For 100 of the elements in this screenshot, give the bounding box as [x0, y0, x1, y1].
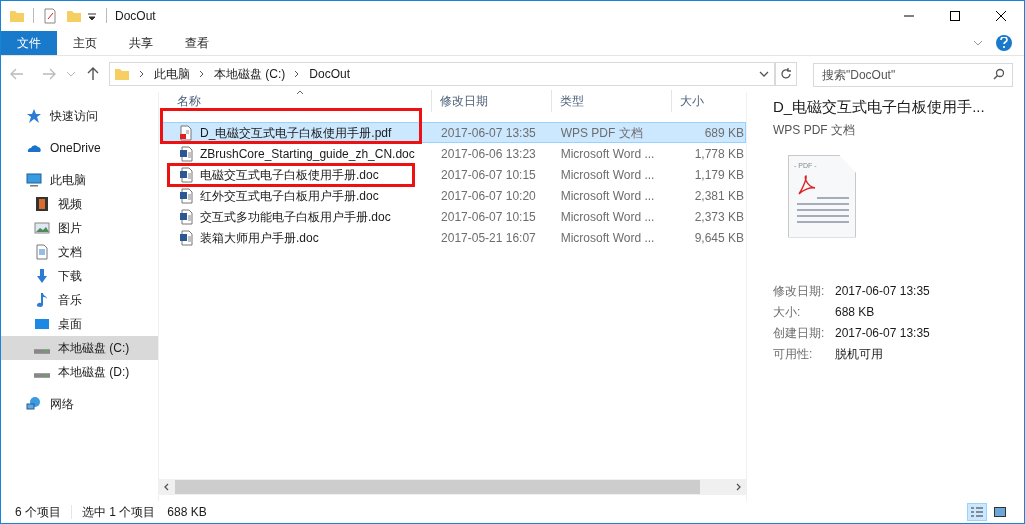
file-row[interactable]: 装箱大师用户手册.doc 2017-05-21 16:07 Microsoft Word ... 9,645 KB [161, 227, 746, 248]
address-bar[interactable]: 此电脑 本地磁盘 (C:) DocOut [109, 62, 775, 86]
nav-item[interactable]: 视频 [1, 192, 158, 216]
breadcrumb-item[interactable]: DocOut [309, 65, 350, 83]
network-icon [26, 396, 42, 412]
down-arrow-icon [34, 268, 50, 284]
preview-title: D_电磁交互式电子白板使用手... [773, 97, 986, 117]
file-type: Microsoft Word ... [559, 187, 656, 205]
sort-caret-icon [296, 88, 304, 96]
file-size: 2,381 KB [693, 187, 745, 205]
pdf-file-icon [178, 124, 194, 141]
property-label: 可用性: [773, 345, 814, 363]
acrobat-icon [797, 173, 817, 196]
file-name: ZBrushCore_Starting_guide_zh_CN.doc [200, 145, 415, 163]
nav-item[interactable]: 快速访问 [1, 104, 158, 128]
breadcrumb-item[interactable]: 此电脑 [154, 65, 190, 83]
file-type: Microsoft Word ... [559, 229, 656, 247]
property-label: 大小: [773, 303, 802, 321]
nav-item[interactable]: 此电脑 [1, 168, 158, 192]
property-value: 脱机可用 [835, 345, 884, 363]
drive-icon [34, 348, 50, 354]
ribbon-tab[interactable]: 共享 [113, 30, 169, 55]
question-icon [1000, 36, 1008, 49]
image-icon [34, 220, 50, 236]
document-icon [34, 244, 50, 260]
file-name: 电磁交互式电子白板使用手册.doc [200, 166, 379, 184]
property-value: 2017-06-07 13:35 [835, 282, 931, 300]
file-type: Microsoft Word ... [559, 166, 656, 184]
drive-icon [34, 372, 50, 378]
word-file-icon [178, 208, 194, 225]
properties-icon[interactable] [42, 7, 58, 24]
desktop-icon [34, 316, 50, 332]
column-header[interactable]: 名称 [177, 92, 201, 110]
column-header[interactable]: 修改日期 [440, 92, 488, 110]
word-file-icon [178, 166, 194, 183]
help-button[interactable] [996, 34, 1012, 51]
modified-date: 2017-06-06 13:23 [440, 145, 537, 163]
search-icon [993, 67, 1005, 80]
nav-item[interactable]: OneDrive [1, 136, 158, 160]
nav-item[interactable]: 桌面 [1, 312, 158, 336]
file-name: D_电磁交互式电子白板使用手册.pdf [200, 124, 392, 142]
breadcrumb-item[interactable]: 本地磁盘 (C:) [214, 65, 286, 83]
item-count: 6 个项目 [15, 504, 61, 521]
search-field[interactable]: 搜索"DocOut" [813, 62, 1013, 87]
selection-size: 688 KB [167, 504, 207, 521]
file-row[interactable]: 电磁交互式电子白板使用手册.doc 2017-06-07 10:15 Microsoft Word ... 1,179 KB [161, 164, 746, 185]
file-type: Microsoft Word ... [559, 208, 656, 226]
ribbon-tab[interactable]: 文件 [1, 30, 57, 55]
modified-date: 2017-06-07 10:20 [440, 187, 537, 205]
nav-item[interactable]: 下载 [1, 264, 158, 288]
modified-date: 2017-05-21 16:07 [440, 229, 537, 247]
word-file-icon [178, 187, 194, 204]
refresh-button[interactable] [775, 62, 797, 86]
file-size: 9,645 KB [693, 229, 745, 247]
file-row[interactable]: 交互式多功能电子白板用户手册.doc 2017-06-07 10:15 Microsoft Word ... 2,373 KB [161, 206, 746, 227]
column-header[interactable]: 类型 [560, 92, 584, 110]
property-label: 创建日期: [773, 324, 826, 342]
nav-item[interactable]: 音乐 [1, 288, 158, 312]
file-name: 装箱大师用户手册.doc [200, 229, 319, 247]
property-label: 修改日期: [773, 282, 826, 300]
nav-item[interactable]: 文档 [1, 240, 158, 264]
file-size: 2,373 KB [693, 208, 745, 226]
music-note-icon [34, 292, 50, 308]
modified-date: 2017-06-07 10:15 [440, 166, 537, 184]
chevron-right-icon [198, 70, 206, 78]
word-file-icon [178, 229, 194, 246]
folder-icon [114, 66, 130, 82]
file-type: WPS PDF 文档 [559, 124, 644, 142]
property-value: 688 KB [835, 303, 876, 321]
modified-date: 2017-06-07 13:35 [440, 124, 537, 142]
nav-item[interactable]: 图片 [1, 216, 158, 240]
text-lines-icon [797, 195, 849, 224]
maximize-icon [950, 10, 960, 21]
file-size: 1,778 KB [693, 145, 745, 163]
file-type: Microsoft Word ... [559, 145, 656, 163]
file-row[interactable]: ZBrushCore_Starting_guide_zh_CN.doc 2017-06-06 13:23 Microsoft Word ... 1,778 KB [161, 143, 746, 164]
file-row[interactable]: 红外交互式电子白板用户手册.doc 2017-06-07 10:20 Microsoft Word ... 2,381 KB [161, 185, 746, 206]
nav-item[interactable]: 本地磁盘 (D:) [1, 360, 158, 384]
file-name: 交互式多功能电子白板用户手册.doc [200, 208, 391, 226]
up-arrow-icon[interactable] [85, 66, 101, 82]
file-row[interactable]: D_电磁交互式电子白板使用手册.pdf 2017-06-07 13:35 WPS PDF 文档 689 KB [161, 122, 746, 143]
modified-date: 2017-06-07 10:15 [440, 208, 537, 226]
star-icon [26, 108, 42, 124]
horizontal-scrollbar[interactable] [159, 479, 746, 495]
property-value: 2017-06-07 13:35 [835, 324, 931, 342]
close-icon [996, 10, 1006, 21]
column-header[interactable]: 大小 [680, 92, 704, 110]
scroll-thumb[interactable] [175, 480, 700, 494]
details-view-icon [971, 506, 983, 518]
nav-item[interactable]: 网络 [1, 392, 158, 416]
refresh-icon [780, 68, 792, 80]
chevron-right-icon [138, 70, 146, 78]
nav-item[interactable]: 本地磁盘 (C:) [1, 336, 158, 360]
forward-arrow-icon[interactable] [41, 66, 57, 82]
thumbnail-view-icon [994, 506, 1006, 518]
back-arrow-icon[interactable] [9, 66, 25, 82]
ribbon-tab[interactable]: 查看 [169, 30, 225, 55]
file-name: 红外交互式电子白板用户手册.doc [200, 187, 379, 205]
ribbon-tab[interactable]: 主页 [57, 30, 113, 55]
file-size: 689 KB [703, 124, 745, 142]
